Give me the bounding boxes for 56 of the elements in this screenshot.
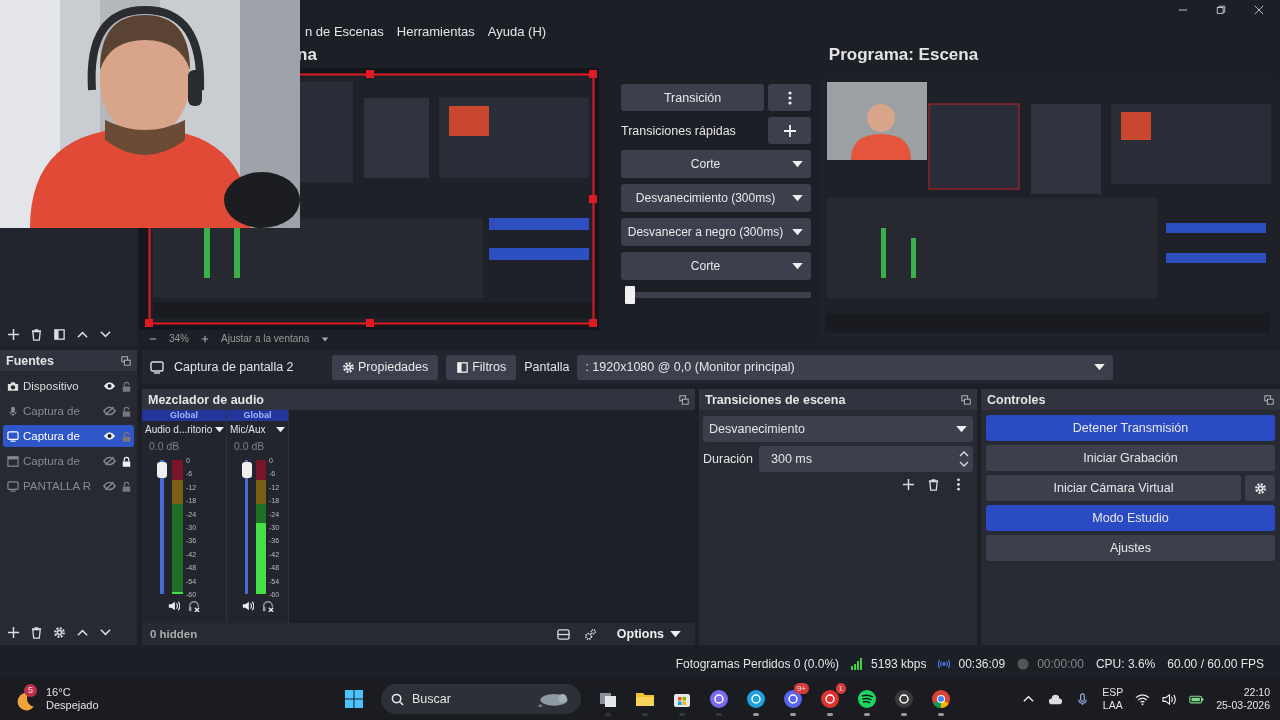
record-time: 00:00:00 (1037, 657, 1084, 671)
control-button[interactable]: Iniciar Cámara Virtual (986, 475, 1241, 501)
hidden-count: 0 hidden (150, 628, 198, 640)
properties-button[interactable]: Propiedades (332, 354, 439, 380)
control-button[interactable]: Iniciar Grabación (986, 445, 1275, 471)
dropped-frames: Fotogramas Perdidos 0 (0.0%) (675, 657, 840, 671)
duration-field[interactable]: 300 ms (759, 446, 973, 472)
fit-to-window-option[interactable]: Ajustar a la ventana (221, 333, 310, 344)
clock[interactable]: 22:10 25-03-2026 (1216, 686, 1270, 712)
channel-dropdown[interactable]: Mic/Aux (227, 421, 288, 438)
sources-title: Fuentes (6, 353, 54, 368)
quick-transition-button[interactable]: Corte (621, 150, 811, 178)
source-item[interactable]: Dispositivo (3, 375, 134, 397)
filters-button[interactable]: Filtros (446, 354, 517, 380)
notification-badge: 1 (835, 683, 846, 694)
channel-tag: Global (227, 410, 288, 421)
frame-rate: 60.00 / 60.00 FPS (1167, 657, 1264, 671)
quick-transition-button[interactable]: Desvanecer a negro (300ms) (621, 218, 811, 246)
weather-condition: Despejado (46, 699, 99, 712)
transition-button[interactable]: Transición (621, 84, 764, 111)
volume-reading: 0.0 dB (148, 439, 181, 454)
notification-badge: 9+ (793, 683, 809, 694)
display-label: Pantalla (524, 360, 570, 374)
cpu-usage: CPU: 3.6% (1095, 657, 1156, 671)
source-item[interactable]: PANTALLA R (3, 475, 134, 497)
language-indicator[interactable]: ESP LAA (1102, 686, 1124, 712)
menu-item[interactable]: Ayuda (H) (487, 23, 547, 39)
search-field[interactable]: Buscar (381, 684, 581, 714)
control-button[interactable]: Ajustes (986, 535, 1275, 561)
menu-item[interactable]: Herramientas (396, 23, 475, 39)
zoom-level: 34% (169, 333, 189, 344)
source-item[interactable]: Captura de (3, 400, 134, 422)
quick-transitions-label: Transiciones rápidas (621, 123, 736, 138)
source-item[interactable]: Captura de (3, 450, 134, 472)
temperature: 16°C (46, 686, 72, 699)
display-dropdown[interactable]: : 1920x1080 @ 0,0 (Monitor principal) (577, 354, 1114, 380)
control-button[interactable]: Detener Transmisión (986, 415, 1275, 441)
program-title: Programa: Escena (828, 45, 979, 65)
duration-label: Duración (703, 452, 754, 466)
bitrate: 5193 kbps (871, 657, 927, 671)
options-button[interactable]: Options (610, 626, 687, 642)
quick-transition-button[interactable]: Desvanecimiento (300ms) (621, 184, 811, 212)
volume-reading: 0.0 dB (233, 439, 266, 454)
control-button[interactable]: Modo Estudio (986, 505, 1275, 531)
channel-tag: Global (142, 410, 226, 421)
menu-item[interactable]: n de Escenas (305, 23, 384, 39)
transition-dropdown[interactable]: Desvanecimiento (703, 416, 973, 442)
channel-dropdown[interactable]: Audio d...ritorio (142, 421, 226, 438)
controls-title: Controles (987, 392, 1046, 407)
transitions-title: Transiciones de escena (705, 392, 846, 407)
stream-time: 00:36:09 (958, 657, 1006, 671)
mixer-title: Mezclador de audio (148, 392, 264, 407)
notification-badge: 5 (24, 684, 37, 697)
source-item[interactable]: Captura de (3, 425, 134, 447)
source-name: Captura de pantalla 2 (174, 360, 295, 374)
quick-transition-button[interactable]: Corte (621, 252, 811, 280)
